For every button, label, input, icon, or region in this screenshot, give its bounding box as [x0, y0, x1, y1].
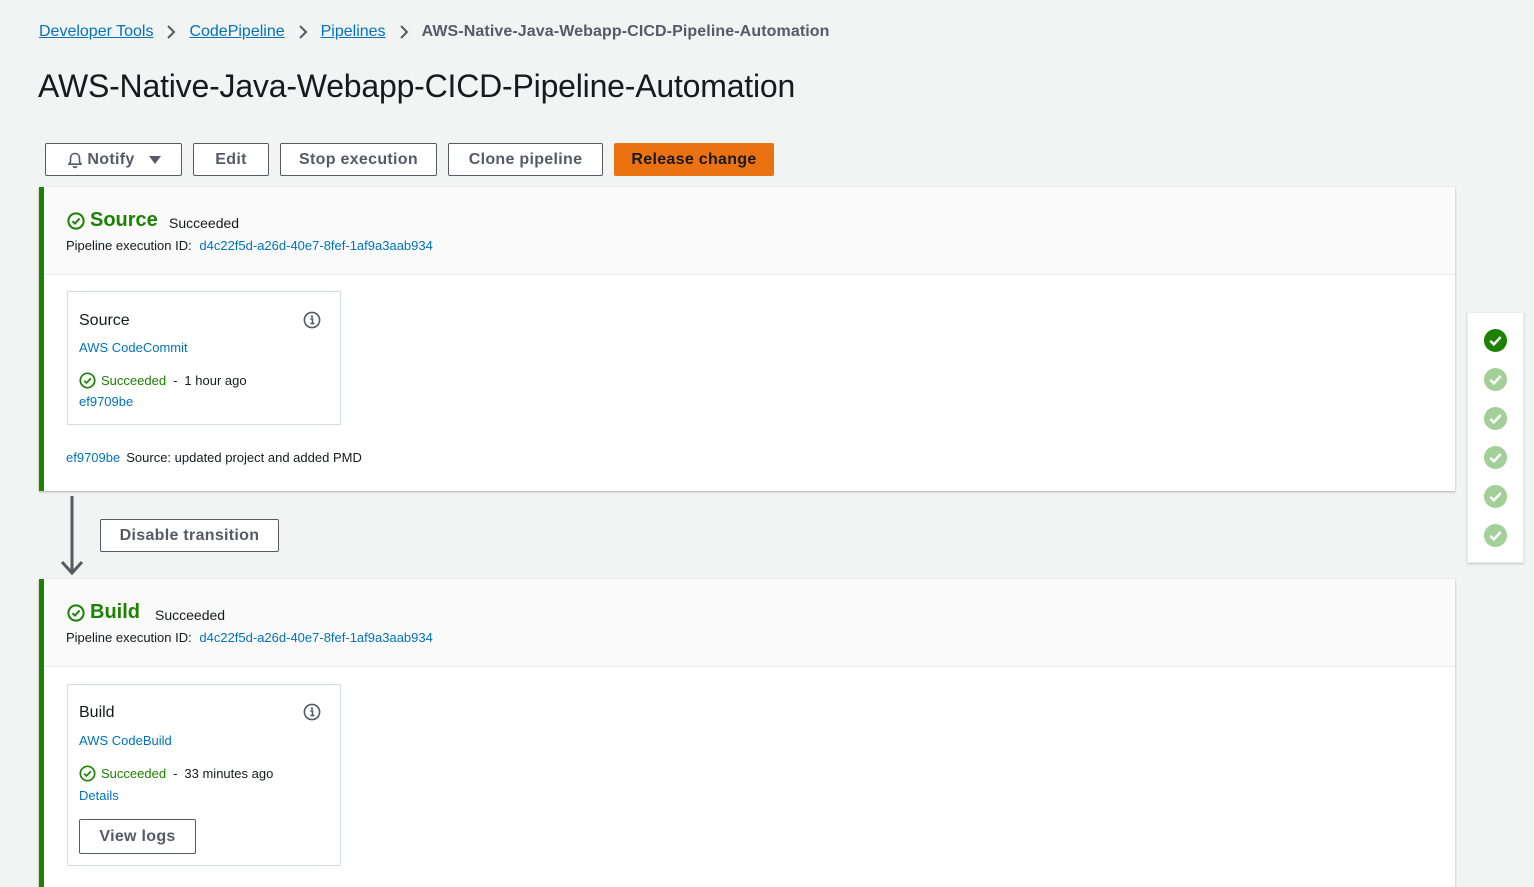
- stage-nav-check-icon[interactable]: [1483, 328, 1508, 358]
- caret-down-icon: [148, 155, 161, 164]
- stage-nav-check-icon[interactable]: [1483, 523, 1508, 553]
- stage-status: Succeeded: [155, 607, 226, 623]
- breadcrumb-pipelines[interactable]: Pipelines: [321, 23, 386, 41]
- stage-header: Source Succeeded Pipeline execution ID: …: [44, 187, 1455, 275]
- check-circle-icon: [67, 211, 85, 230]
- edit-button[interactable]: Edit: [193, 143, 269, 176]
- release-change-button[interactable]: Release change: [614, 143, 774, 176]
- breadcrumb-codepipeline[interactable]: CodePipeline: [189, 23, 284, 41]
- action-status-text: Succeeded: [101, 373, 167, 388]
- info-icon[interactable]: [303, 311, 321, 334]
- stage-execution: Pipeline execution ID: d4c22f5d-a26d-40e…: [66, 238, 433, 253]
- execution-id-link[interactable]: d4c22f5d-a26d-40e7-8fef-1af9a3aab934: [199, 238, 432, 253]
- commit-line: ef9709be Source: updated project and adde…: [66, 450, 362, 465]
- action-card: Source AWS CodeCommit Succeeded - 1 hour…: [67, 291, 341, 425]
- info-icon[interactable]: [303, 703, 321, 726]
- notify-button[interactable]: Notify: [45, 143, 182, 176]
- action-provider-link[interactable]: AWS CodeBuild: [79, 733, 172, 748]
- action-title: Source: [79, 312, 130, 329]
- toolbar: Notify Edit Stop execution Clone pipelin…: [45, 143, 774, 176]
- stage-nav-check-icon[interactable]: [1483, 445, 1508, 475]
- stage-title: Source: [67, 209, 158, 232]
- action-status: Succeeded - 1 hour ago: [79, 372, 247, 389]
- action-status: Succeeded - 33 minutes ago: [79, 765, 273, 782]
- stage-execution: Pipeline execution ID: d4c22f5d-a26d-40e…: [66, 630, 433, 645]
- action-provider-link[interactable]: AWS CodeCommit: [79, 340, 188, 355]
- check-circle-icon: [79, 765, 96, 782]
- action-status-text: Succeeded: [101, 766, 167, 781]
- execution-id-label: Pipeline execution ID:: [66, 238, 192, 253]
- action-time: 1 hour ago: [184, 373, 247, 388]
- stage-source: Source Succeeded Pipeline execution ID: …: [39, 187, 1455, 491]
- separator: -: [173, 766, 178, 781]
- page-title: AWS-Native-Java-Webapp-CICD-Pipeline-Aut…: [38, 68, 796, 104]
- view-logs-button[interactable]: View logs: [79, 819, 196, 854]
- stage-nav-check-icon[interactable]: [1483, 484, 1508, 514]
- stage-header: Build Succeeded Pipeline execution ID: d…: [44, 579, 1455, 667]
- execution-id-link[interactable]: d4c22f5d-a26d-40e7-8fef-1af9a3aab934: [199, 630, 432, 645]
- breadcrumb-current: AWS-Native-Java-Webapp-CICD-Pipeline-Aut…: [421, 23, 830, 40]
- action-time: 33 minutes ago: [184, 766, 274, 781]
- action-card: Build AWS CodeBuild Succeeded - 33 minut…: [67, 684, 341, 866]
- action-details-link[interactable]: Details: [79, 788, 119, 803]
- check-circle-icon: [79, 372, 96, 389]
- action-title: Build: [79, 704, 115, 721]
- execution-id-label: Pipeline execution ID:: [66, 630, 192, 645]
- bell-icon: [66, 151, 84, 169]
- chevron-right-icon: [399, 24, 409, 40]
- transition-arrow-icon: [60, 495, 84, 582]
- commit-id-link[interactable]: ef9709be: [66, 450, 120, 465]
- stage-name: Build: [90, 601, 140, 623]
- stage-nav-check-icon[interactable]: [1483, 367, 1508, 397]
- action-commit-link[interactable]: ef9709be: [79, 394, 133, 409]
- stage-title: Build: [67, 601, 140, 624]
- check-circle-icon: [67, 603, 85, 622]
- chevron-right-icon: [166, 24, 176, 40]
- stage-build: Build Succeeded Pipeline execution ID: d…: [39, 579, 1455, 887]
- separator: -: [173, 373, 178, 388]
- chevron-right-icon: [298, 24, 308, 40]
- stage-nav-check-icon[interactable]: [1483, 406, 1508, 436]
- stage-status: Succeeded: [169, 215, 240, 231]
- disable-transition-button[interactable]: Disable transition: [100, 519, 279, 552]
- clone-pipeline-button[interactable]: Clone pipeline: [448, 143, 603, 176]
- stop-execution-button[interactable]: Stop execution: [280, 143, 437, 176]
- commit-message: Source: updated project and added PMD: [126, 450, 362, 465]
- breadcrumb-developer-tools[interactable]: Developer Tools: [39, 23, 153, 41]
- stage-name: Source: [90, 209, 158, 231]
- breadcrumb: Developer Tools CodePipeline Pipelines A…: [39, 21, 830, 43]
- stage-navigator: [1467, 312, 1524, 563]
- notify-label: Notify: [87, 150, 135, 168]
